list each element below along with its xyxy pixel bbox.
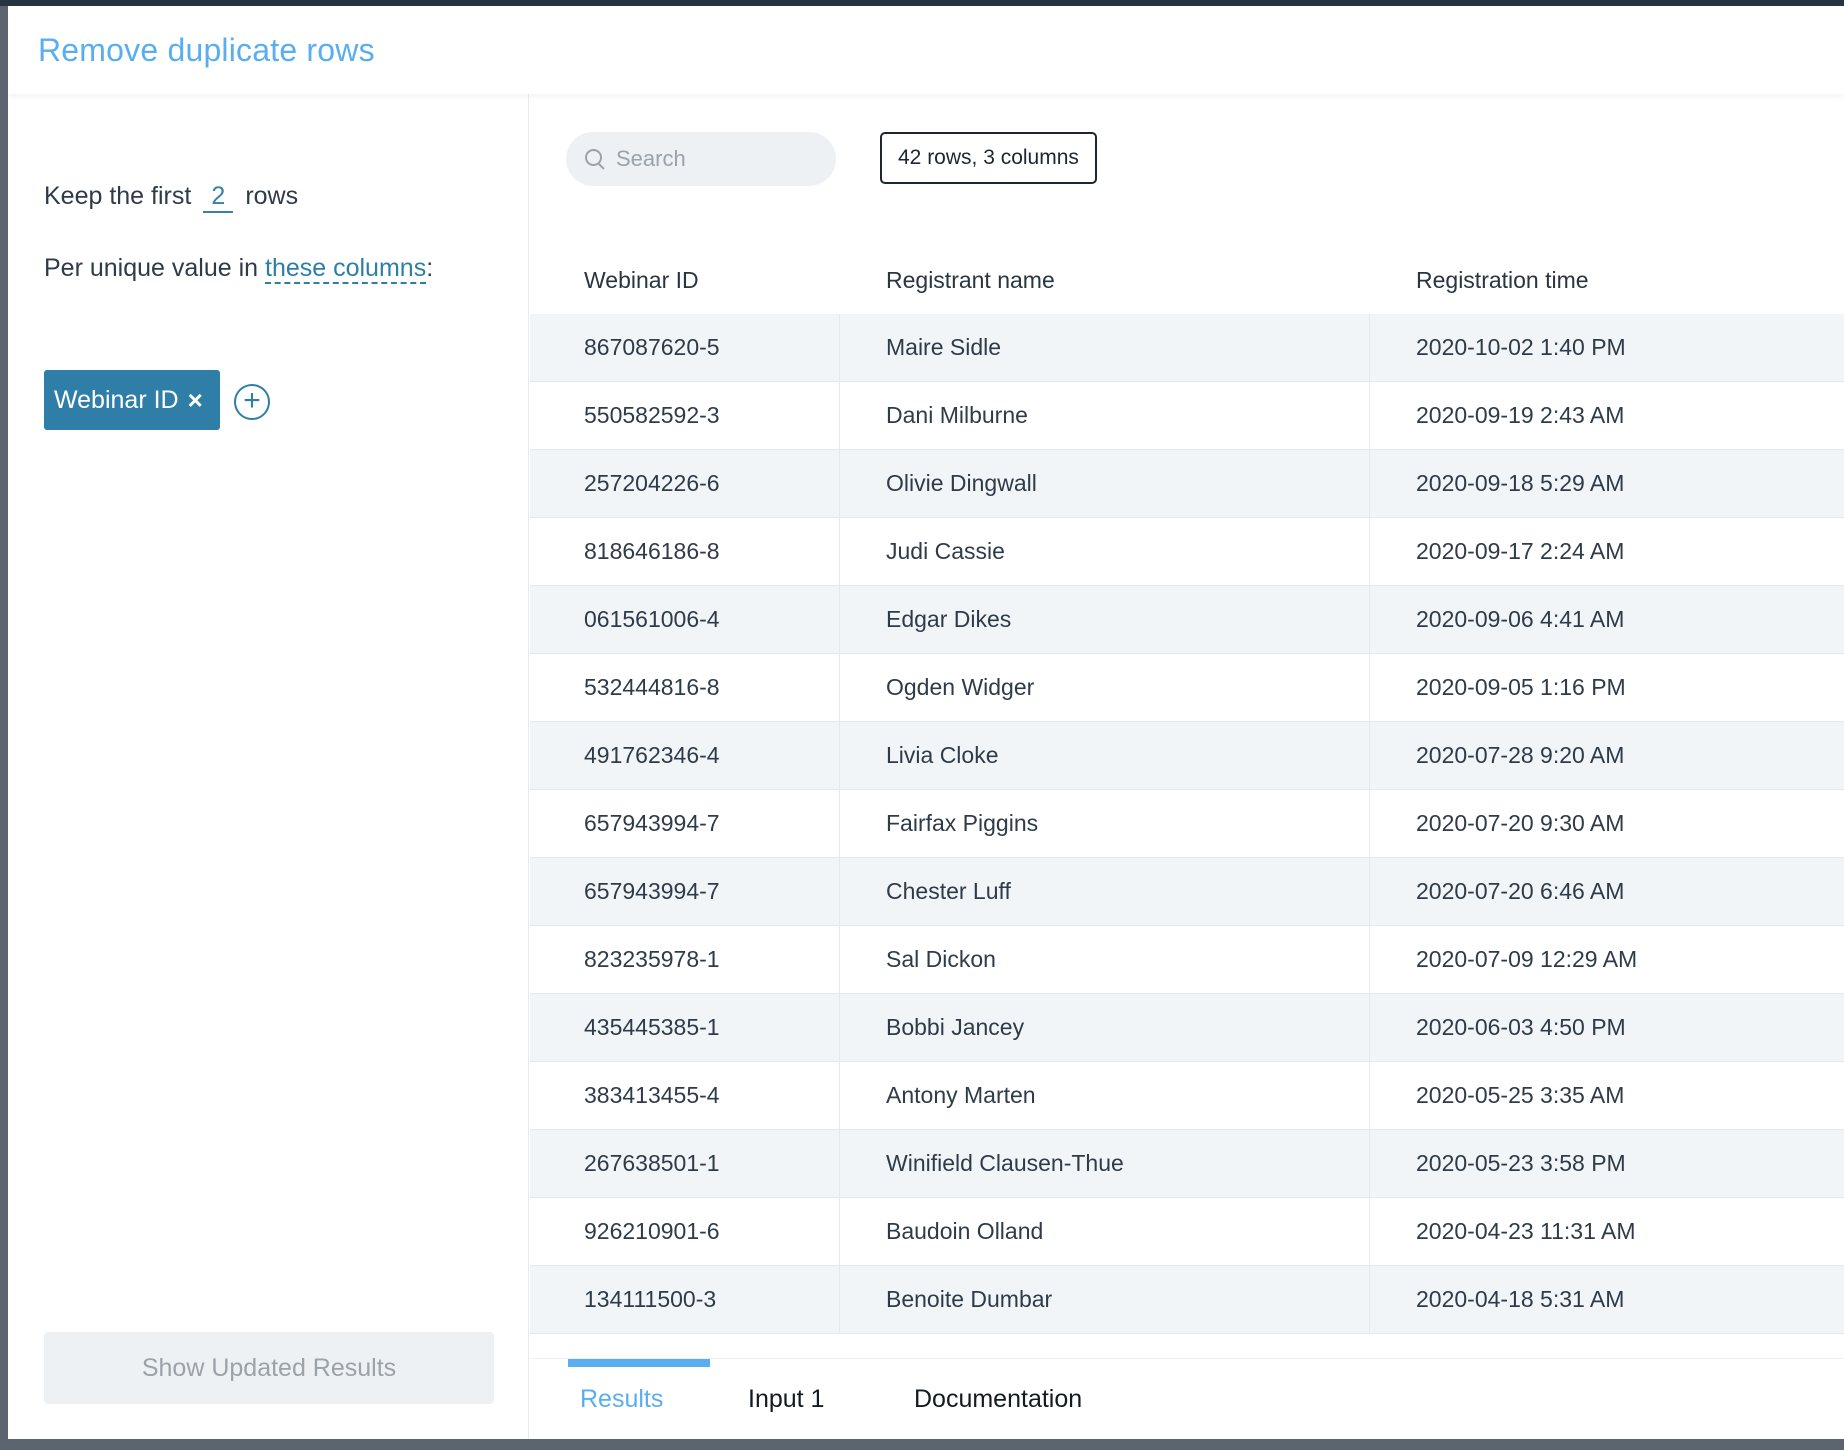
table-row[interactable]: 257204226-6 Olivie Dingwall 2020-09-18 5:2…: [530, 450, 1844, 518]
table-cell: 491762346-4: [530, 722, 840, 789]
column-chip-label: Webinar ID: [54, 385, 179, 414]
table-cell: 867087620-5: [530, 314, 840, 381]
keep-count-input[interactable]: 2: [203, 182, 234, 213]
table-cell: Antony Marten: [840, 1062, 1370, 1129]
table-cell: 657943994-7: [530, 790, 840, 857]
table-cell: 657943994-7: [530, 858, 840, 925]
table-row[interactable]: 867087620-5 Maire Sidle 2020-10-02 1:40 PM: [530, 314, 1844, 382]
add-column-icon[interactable]: +: [234, 384, 270, 420]
table-cell: 134111500-3: [530, 1266, 840, 1333]
show-updated-results-button[interactable]: Show Updated Results: [44, 1332, 494, 1404]
table-cell: Bobbi Jancey: [840, 994, 1370, 1061]
table-cell: 383413455-4: [530, 1062, 840, 1129]
keep-prefix-label: Keep the first: [44, 182, 192, 210]
settings-panel: Keep the first 2 rows Per unique value i…: [8, 94, 529, 1439]
table-cell: 267638501-1: [530, 1130, 840, 1197]
results-panel: 42 rows, 3 columns Webinar ID Registrant…: [530, 94, 1844, 1439]
table-row[interactable]: 435445385-1 Bobbi Jancey 2020-06-03 4:50 P…: [530, 994, 1844, 1062]
table-cell: Fairfax Piggins: [840, 790, 1370, 857]
results-table: Webinar ID Registrant name Registration …: [530, 246, 1844, 1334]
table-cell: Livia Cloke: [840, 722, 1370, 789]
row-column-count-badge: 42 rows, 3 columns: [880, 132, 1097, 184]
tab-results[interactable]: Results: [580, 1359, 663, 1439]
table-cell: Edgar Dikes: [840, 586, 1370, 653]
table-cell: 2020-07-28 9:20 AM: [1416, 742, 1625, 768]
table-cell: Ogden Widger: [840, 654, 1370, 721]
search-input[interactable]: [616, 146, 816, 172]
table-cell: Benoite Dumbar: [840, 1266, 1370, 1333]
column-chip-webinar-id: Webinar ID ×: [44, 370, 220, 430]
these-columns-link[interactable]: these columns: [265, 254, 427, 284]
table-cell: Maire Sidle: [840, 314, 1370, 381]
table-cell: Dani Milburne: [840, 382, 1370, 449]
table-cell: 2020-06-03 4:50 PM: [1416, 1014, 1626, 1040]
table-row[interactable]: 657943994-7 Chester Luff 2020-07-20 6:46 A…: [530, 858, 1844, 926]
search-box[interactable]: [566, 132, 836, 186]
table-row[interactable]: 550582592-3 Dani Milburne 2020-09-19 2:43 …: [530, 382, 1844, 450]
table-cell: 532444816-8: [530, 654, 840, 721]
column-header-registrant-name[interactable]: Registrant name: [840, 246, 1370, 314]
per-unique-line: Per unique value in these columns:: [44, 254, 434, 284]
table-cell: Chester Luff: [840, 858, 1370, 925]
column-header-webinar-id[interactable]: Webinar ID: [530, 246, 840, 314]
table-cell: 2020-07-09 12:29 AM: [1416, 946, 1638, 972]
table-row[interactable]: 134111500-3 Benoite Dumbar 2020-04-18 5:31…: [530, 1266, 1844, 1334]
table-header: Webinar ID Registrant name Registration …: [530, 246, 1844, 314]
table-cell: 2020-05-23 3:58 PM: [1416, 1150, 1626, 1176]
table-cell: 2020-09-17 2:24 AM: [1416, 538, 1625, 564]
table-row[interactable]: 267638501-1 Winifield Clausen-Thue 2020-05…: [530, 1130, 1844, 1198]
table-cell: 823235978-1: [530, 926, 840, 993]
tab-documentation[interactable]: Documentation: [914, 1359, 1082, 1439]
close-icon[interactable]: ×: [188, 385, 203, 416]
table-cell: 550582592-3: [530, 382, 840, 449]
per-prefix-label: Per unique value in: [44, 254, 259, 282]
table-cell: 257204226-6: [530, 450, 840, 517]
table-cell: 435445385-1: [530, 994, 840, 1061]
table-cell: 2020-05-25 3:35 AM: [1416, 1082, 1625, 1108]
table-cell: 2020-10-02 1:40 PM: [1416, 334, 1626, 360]
table-cell: 2020-04-18 5:31 AM: [1416, 1286, 1625, 1312]
table-row[interactable]: 657943994-7 Fairfax Piggins 2020-07-20 9:3…: [530, 790, 1844, 858]
table-cell: Olivie Dingwall: [840, 450, 1370, 517]
table-row[interactable]: 383413455-4 Antony Marten 2020-05-25 3:35 …: [530, 1062, 1844, 1130]
table-cell: 061561006-4: [530, 586, 840, 653]
column-header-registration-time[interactable]: Registration time: [1370, 246, 1844, 314]
table-cell: 2020-07-20 9:30 AM: [1416, 810, 1625, 836]
modal-header: Remove duplicate rows: [8, 6, 1844, 94]
bottom-tabs: Results Input 1 Documentation: [530, 1358, 1844, 1439]
table-cell: 926210901-6: [530, 1198, 840, 1265]
table-row[interactable]: 818646186-8 Judi Cassie 2020-09-17 2:24 AM: [530, 518, 1844, 586]
table-cell: Sal Dickon: [840, 926, 1370, 993]
search-icon: [584, 148, 606, 170]
table-body: 867087620-5 Maire Sidle 2020-10-02 1:40 PM…: [530, 314, 1844, 1334]
keep-suffix-label: rows: [245, 182, 299, 210]
table-cell: Baudoin Olland: [840, 1198, 1370, 1265]
table-cell: 2020-09-18 5:29 AM: [1416, 470, 1625, 496]
table-cell: 2020-09-19 2:43 AM: [1416, 402, 1625, 428]
table-cell: 2020-04-23 11:31 AM: [1416, 1218, 1636, 1244]
table-cell: Winifield Clausen-Thue: [840, 1130, 1370, 1197]
per-suffix-label: :: [426, 254, 434, 282]
modal-title: Remove duplicate rows: [38, 32, 375, 68]
tab-input-1[interactable]: Input 1: [748, 1359, 824, 1439]
table-cell: 2020-09-05 1:16 PM: [1416, 674, 1626, 700]
table-row[interactable]: 926210901-6 Baudoin Olland 2020-04-23 11:3…: [530, 1198, 1844, 1266]
table-row[interactable]: 532444816-8 Ogden Widger 2020-09-05 1:16 P…: [530, 654, 1844, 722]
table-cell: 818646186-8: [530, 518, 840, 585]
table-cell: 2020-09-06 4:41 AM: [1416, 606, 1625, 632]
keep-first-line: Keep the first 2 rows: [44, 182, 298, 213]
table-row[interactable]: 061561006-4 Edgar Dikes 2020-09-06 4:41 AM: [530, 586, 1844, 654]
table-row[interactable]: 823235978-1 Sal Dickon 2020-07-09 12:29 AM: [530, 926, 1844, 994]
table-cell: 2020-07-20 6:46 AM: [1416, 878, 1625, 904]
remove-duplicates-modal: Remove duplicate rows Keep the first 2 r…: [8, 6, 1844, 1439]
table-row[interactable]: 491762346-4 Livia Cloke 2020-07-28 9:20 AM: [530, 722, 1844, 790]
table-cell: Judi Cassie: [840, 518, 1370, 585]
